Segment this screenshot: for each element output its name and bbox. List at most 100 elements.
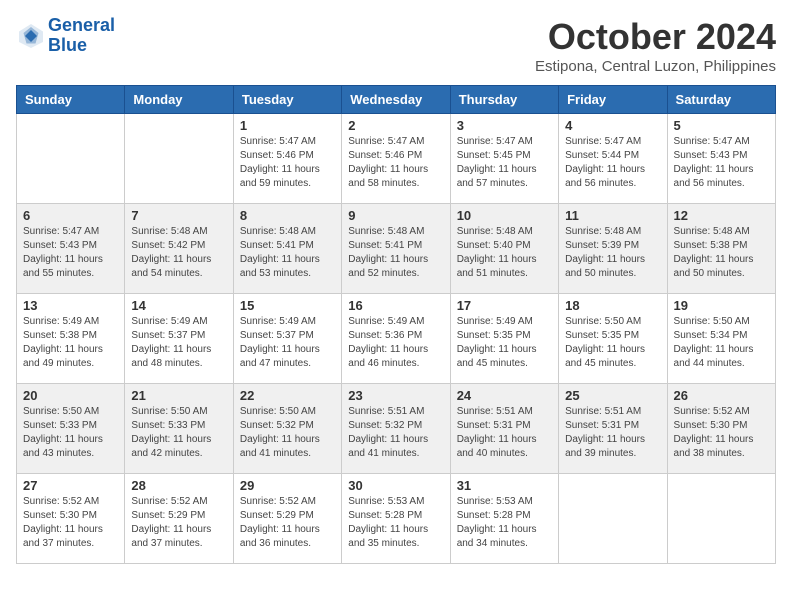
calendar-cell: 11Sunrise: 5:48 AM Sunset: 5:39 PM Dayli… (559, 204, 667, 294)
weekday-header: Wednesday (342, 86, 450, 114)
day-info: Sunrise: 5:48 AM Sunset: 5:38 PM Dayligh… (674, 225, 769, 281)
day-info: Sunrise: 5:49 AM Sunset: 5:37 PM Dayligh… (240, 315, 335, 371)
calendar-cell: 12 Sunrise: 5:48 AM Sunset: 5:38 PM Dayli… (667, 204, 775, 294)
day-info: Sunrise: 5:50 AM Sunset: 5:34 PM Dayligh… (674, 315, 769, 371)
calendar-cell: 7 Sunrise: 5:48 AM Sunset: 5:42 PM Daylig… (125, 204, 233, 294)
calendar-week-row: 1 Sunrise: 5:47 AM Sunset: 5:46 PM Daylig… (17, 114, 776, 204)
day-info: Sunrise: 5:49 AM Sunset: 5:36 PM Dayligh… (348, 315, 443, 371)
calendar-cell: 20 Sunrise: 5:50 AM Sunset: 5:33 PM Dayli… (17, 384, 125, 474)
weekday-header: Thursday (450, 86, 558, 114)
day-info: Sunrise: 5:47 AM Sunset: 5:43 PM Dayligh… (23, 225, 118, 281)
day-info: Sunrise: 5:49 AM Sunset: 5:38 PM Dayligh… (23, 315, 118, 371)
day-number: 4 (565, 118, 660, 133)
title-area: October 2024 Estipona, Central Luzon, Ph… (535, 16, 776, 75)
calendar-cell: 4 Sunrise: 5:47 AM Sunset: 5:44 PM Daylig… (559, 114, 667, 204)
day-number: 13 (23, 298, 118, 313)
day-info: Sunrise: 5:49 AM Sunset: 5:37 PM Dayligh… (131, 315, 226, 371)
location: Estipona, Central Luzon, Philippines (535, 58, 776, 75)
day-number: 21 (131, 388, 226, 403)
day-info: Sunrise: 5:48 AM Sunset: 5:41 PM Dayligh… (348, 225, 443, 281)
logo: General Blue (16, 16, 115, 56)
day-number: 20 (23, 388, 118, 403)
calendar-cell: 15 Sunrise: 5:49 AM Sunset: 5:37 PM Dayli… (233, 294, 341, 384)
calendar-cell: 27 Sunrise: 5:52 AM Sunset: 5:30 PM Dayli… (17, 474, 125, 564)
day-number: 6 (23, 208, 118, 223)
day-info: Sunrise: 5:48 AM Sunset: 5:42 PM Dayligh… (131, 225, 226, 281)
day-info: Sunrise: 5:50 AM Sunset: 5:35 PM Dayligh… (565, 315, 660, 371)
weekday-header: Monday (125, 86, 233, 114)
calendar-cell: 8 Sunrise: 5:48 AM Sunset: 5:41 PM Daylig… (233, 204, 341, 294)
day-info: Sunrise: 5:52 AM Sunset: 5:29 PM Dayligh… (240, 495, 335, 551)
day-number: 29 (240, 478, 335, 493)
day-number: 5 (674, 118, 769, 133)
logo-icon (16, 21, 46, 51)
day-number: 1 (240, 118, 335, 133)
day-info: Sunrise: 5:52 AM Sunset: 5:29 PM Dayligh… (131, 495, 226, 551)
calendar-cell: 14 Sunrise: 5:49 AM Sunset: 5:37 PM Dayli… (125, 294, 233, 384)
day-info: Sunrise: 5:47 AM Sunset: 5:46 PM Dayligh… (240, 135, 335, 191)
calendar-cell: 5 Sunrise: 5:47 AM Sunset: 5:43 PM Daylig… (667, 114, 775, 204)
logo-text: General Blue (48, 16, 115, 56)
calendar-cell (667, 474, 775, 564)
day-info: Sunrise: 5:51 AM Sunset: 5:31 PM Dayligh… (565, 405, 660, 461)
day-info: Sunrise: 5:50 AM Sunset: 5:32 PM Dayligh… (240, 405, 335, 461)
day-number: 12 (674, 208, 769, 223)
page-header: General Blue October 2024 Estipona, Cent… (16, 16, 776, 75)
calendar-cell: 28 Sunrise: 5:52 AM Sunset: 5:29 PM Dayli… (125, 474, 233, 564)
calendar-cell (17, 114, 125, 204)
day-info: Sunrise: 5:50 AM Sunset: 5:33 PM Dayligh… (23, 405, 118, 461)
calendar-cell: 21 Sunrise: 5:50 AM Sunset: 5:33 PM Dayli… (125, 384, 233, 474)
day-info: Sunrise: 5:47 AM Sunset: 5:43 PM Dayligh… (674, 135, 769, 191)
day-info: Sunrise: 5:52 AM Sunset: 5:30 PM Dayligh… (23, 495, 118, 551)
calendar-cell: 10Sunrise: 5:48 AM Sunset: 5:40 PM Dayli… (450, 204, 558, 294)
calendar-week-row: 13 Sunrise: 5:49 AM Sunset: 5:38 PM Dayli… (17, 294, 776, 384)
day-number: 15 (240, 298, 335, 313)
calendar-cell: 18 Sunrise: 5:50 AM Sunset: 5:35 PM Dayli… (559, 294, 667, 384)
day-number: 31 (457, 478, 552, 493)
day-number: 16 (348, 298, 443, 313)
weekday-header: Saturday (667, 86, 775, 114)
calendar-cell: 16 Sunrise: 5:49 AM Sunset: 5:36 PM Dayli… (342, 294, 450, 384)
calendar-cell: 3 Sunrise: 5:47 AM Sunset: 5:45 PM Daylig… (450, 114, 558, 204)
day-info: Sunrise: 5:50 AM Sunset: 5:33 PM Dayligh… (131, 405, 226, 461)
day-number: 22 (240, 388, 335, 403)
day-number: 2 (348, 118, 443, 133)
day-info: Sunrise: 5:51 AM Sunset: 5:32 PM Dayligh… (348, 405, 443, 461)
day-number: 26 (674, 388, 769, 403)
day-number: 24 (457, 388, 552, 403)
month-title: October 2024 (535, 16, 776, 58)
day-number: 17 (457, 298, 552, 313)
calendar-week-row: 20 Sunrise: 5:50 AM Sunset: 5:33 PM Dayli… (17, 384, 776, 474)
day-number: 25 (565, 388, 660, 403)
day-info: Sunrise: 5:47 AM Sunset: 5:45 PM Dayligh… (457, 135, 552, 191)
calendar-cell: 22 Sunrise: 5:50 AM Sunset: 5:32 PM Dayli… (233, 384, 341, 474)
calendar-week-row: 6 Sunrise: 5:47 AM Sunset: 5:43 PM Daylig… (17, 204, 776, 294)
day-number: 14 (131, 298, 226, 313)
day-number: 18 (565, 298, 660, 313)
calendar-cell: 25 Sunrise: 5:51 AM Sunset: 5:31 PM Dayli… (559, 384, 667, 474)
calendar-cell: 17Sunrise: 5:49 AM Sunset: 5:35 PM Dayli… (450, 294, 558, 384)
day-number: 3 (457, 118, 552, 133)
day-number: 7 (131, 208, 226, 223)
day-number: 27 (23, 478, 118, 493)
weekday-header: Sunday (17, 86, 125, 114)
day-info: Sunrise: 5:48 AM Sunset: 5:41 PM Dayligh… (240, 225, 335, 281)
day-info: Sunrise: 5:47 AM Sunset: 5:44 PM Dayligh… (565, 135, 660, 191)
day-info: Sunrise: 5:47 AM Sunset: 5:46 PM Dayligh… (348, 135, 443, 191)
calendar-cell: 30Sunrise: 5:53 AM Sunset: 5:28 PM Dayli… (342, 474, 450, 564)
calendar-cell (125, 114, 233, 204)
calendar-cell: 31 Sunrise: 5:53 AM Sunset: 5:28 PM Dayli… (450, 474, 558, 564)
day-info: Sunrise: 5:53 AM Sunset: 5:28 PM Dayligh… (457, 495, 552, 551)
calendar-cell (559, 474, 667, 564)
day-number: 11 (565, 208, 660, 223)
weekday-header: Friday (559, 86, 667, 114)
day-info: Sunrise: 5:53 AM Sunset: 5:28 PM Dayligh… (348, 495, 443, 551)
day-number: 8 (240, 208, 335, 223)
calendar-cell: 1 Sunrise: 5:47 AM Sunset: 5:46 PM Daylig… (233, 114, 341, 204)
day-info: Sunrise: 5:52 AM Sunset: 5:30 PM Dayligh… (674, 405, 769, 461)
day-number: 10 (457, 208, 552, 223)
calendar-cell: 9Sunrise: 5:48 AM Sunset: 5:41 PM Daylig… (342, 204, 450, 294)
calendar-cell: 19Sunrise: 5:50 AM Sunset: 5:34 PM Dayli… (667, 294, 775, 384)
day-number: 28 (131, 478, 226, 493)
weekday-header-row: SundayMondayTuesdayWednesdayThursdayFrid… (17, 86, 776, 114)
